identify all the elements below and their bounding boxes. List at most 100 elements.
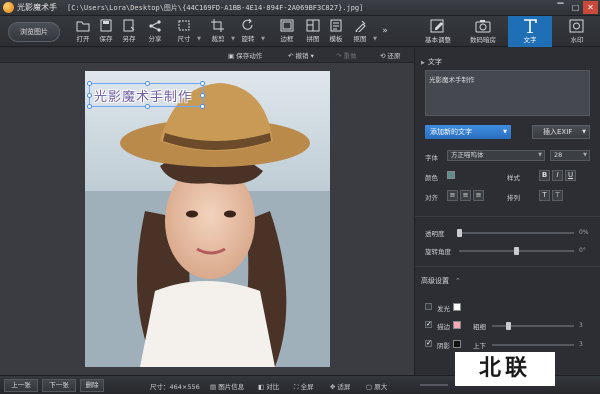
- font-size-value: 28: [554, 151, 563, 159]
- add-text-button[interactable]: 添加新的文字 ▼: [425, 125, 511, 139]
- arrange-label: 排列: [507, 194, 520, 202]
- undo-label: 撤销: [295, 52, 309, 60]
- action-bar: ▣ 保存动作 ↶ 撤销 ▾ ↷ 重做 ⟲ 还原: [0, 48, 414, 63]
- frame-icon: [280, 19, 294, 32]
- angle-slider-handle[interactable]: [514, 247, 519, 255]
- font-select[interactable]: 方正喵呜体 ▼: [447, 150, 545, 161]
- fullscreen-label: 全屏: [300, 383, 314, 391]
- rotate-icon: [242, 19, 253, 30]
- more-tools-button[interactable]: »: [378, 18, 392, 46]
- text-color-swatch[interactable]: [447, 171, 455, 179]
- folder-icon: [76, 21, 90, 32]
- style-label: 样式: [507, 174, 520, 182]
- zoom-slider[interactable]: [420, 384, 448, 386]
- glow-color-swatch[interactable]: [453, 303, 461, 311]
- align-left-button[interactable]: ≡: [447, 190, 458, 201]
- crop-button[interactable]: 裁剪 ▼: [203, 18, 235, 46]
- redo-button[interactable]: ↷ 重做: [336, 50, 357, 60]
- italic-button[interactable]: I: [552, 170, 563, 181]
- vertical-text-button[interactable]: ⊤: [552, 190, 563, 201]
- tab-text[interactable]: 文字: [508, 16, 552, 47]
- original-size-button[interactable]: ▢ 原大: [366, 381, 387, 391]
- image-info-label: 图片信息: [218, 383, 245, 391]
- save-action-button[interactable]: ▣ 保存动作: [228, 50, 262, 60]
- horizontal-text-button[interactable]: T: [539, 190, 550, 201]
- font-size-select[interactable]: 28 ▼: [550, 150, 590, 161]
- compare-button[interactable]: ◧ 对比: [258, 381, 279, 391]
- align-right-icon: ≡: [475, 191, 482, 199]
- save-action-label: 保存动作: [236, 52, 263, 60]
- chevron-down-icon: ▼: [583, 152, 587, 158]
- thickness-slider-handle[interactable]: [505, 322, 511, 330]
- tab-basic-adjust[interactable]: 基本调整: [416, 16, 460, 47]
- undo-button[interactable]: ↶ 撤销 ▾: [288, 50, 314, 60]
- restore-button[interactable]: ⟲ 还原: [380, 50, 401, 60]
- browse-images-button[interactable]: 浏览图片: [8, 22, 60, 42]
- original-size-label: 原大: [374, 383, 388, 391]
- shadow-checkbox[interactable]: ✓: [425, 340, 432, 347]
- fit-screen-label: 适屏: [337, 383, 351, 391]
- maximize-button[interactable]: □: [568, 1, 583, 14]
- text-input[interactable]: 光影魔术手制作: [425, 70, 590, 116]
- rotate-button[interactable]: 旋转 ▼: [233, 18, 265, 46]
- rotate-label: 旋转: [241, 35, 255, 43]
- crop-label: 裁剪: [211, 35, 225, 43]
- resize-button[interactable]: 尺寸 ▼: [169, 18, 201, 46]
- overlay-text[interactable]: 光影魔术手制作: [94, 86, 192, 105]
- insert-exif-button[interactable]: 插入EXIF ▼: [532, 125, 590, 139]
- opacity-slider-handle[interactable]: [456, 229, 462, 237]
- stroke-label: 描边: [437, 323, 450, 331]
- resize-handle[interactable]: [87, 104, 92, 109]
- undo-icon: ↶: [288, 52, 296, 60]
- thickness-slider[interactable]: [492, 325, 574, 327]
- divider: [415, 216, 600, 217]
- text-selection-box[interactable]: 光影魔术手制作: [87, 81, 205, 109]
- tab-darkroom[interactable]: 数码暗房: [461, 16, 505, 47]
- resize-handle[interactable]: [87, 93, 92, 98]
- resize-handle[interactable]: [200, 81, 205, 86]
- resize-handle[interactable]: [145, 81, 150, 86]
- resize-handle[interactable]: [200, 104, 205, 109]
- text-settings-panel: ▶ 文字 光影魔术手制作 添加新的文字 ▼ 插入EXIF ▼ 字体 方正喵呜体 ▼ 28…: [414, 48, 600, 375]
- tab-darkroom-label: 数码暗房: [470, 36, 496, 44]
- delete-button[interactable]: 删除: [80, 379, 104, 392]
- shadow-color-swatch[interactable]: [453, 340, 461, 348]
- underline-button[interactable]: U: [565, 170, 576, 181]
- expand-icon: ▶: [421, 60, 425, 66]
- resize-handle[interactable]: [87, 81, 92, 86]
- fit-icon: ✥: [330, 383, 338, 391]
- text-section-title[interactable]: ▶ 文字: [421, 57, 442, 67]
- close-button[interactable]: ✕: [583, 1, 598, 14]
- share-button[interactable]: 分享: [140, 18, 170, 46]
- tab-watermark[interactable]: 水印: [555, 16, 599, 47]
- glow-checkbox[interactable]: [425, 303, 432, 310]
- angle-value: 0°: [579, 247, 586, 254]
- up-down-slider[interactable]: [492, 344, 574, 346]
- up-down-label: 上下: [473, 342, 486, 350]
- advanced-settings-title[interactable]: 高级设置 ⌃: [421, 276, 461, 286]
- prev-image-button[interactable]: 上一张: [4, 379, 38, 392]
- align-right-button[interactable]: ≡: [473, 190, 484, 201]
- chevron-up-icon: ⌃: [455, 277, 461, 285]
- photo-preview[interactable]: 光影魔术手制作: [85, 71, 330, 367]
- cutout-button[interactable]: 抠图 ▼: [345, 18, 377, 46]
- next-image-button[interactable]: 下一张: [42, 379, 76, 392]
- image-info-button[interactable]: ▤ 图片信息: [210, 381, 244, 391]
- vertical-text-icon: ⊤: [554, 191, 561, 199]
- image-size: 尺寸：464×556: [150, 383, 200, 391]
- fit-screen-button[interactable]: ✥ 适屏: [330, 381, 351, 391]
- stroke-color-swatch[interactable]: [453, 321, 461, 329]
- opacity-slider[interactable]: [459, 232, 574, 234]
- tab-watermark-label: 水印: [570, 36, 584, 44]
- resize-handle[interactable]: [200, 93, 205, 98]
- file-path: [C:\Users\Lora\Desktop\图片\{44C169FD-A1BB…: [67, 3, 364, 12]
- glow-label: 发光: [437, 305, 450, 313]
- resize-handle[interactable]: [145, 104, 150, 109]
- fullscreen-button[interactable]: ⛶ 全屏: [294, 381, 314, 392]
- stroke-checkbox[interactable]: ✓: [425, 321, 432, 328]
- save-action-icon: ▣: [228, 52, 237, 60]
- align-center-button[interactable]: ≡: [460, 190, 471, 201]
- bold-button[interactable]: B: [539, 170, 550, 181]
- minimize-button[interactable]: ▔: [553, 1, 568, 14]
- chevron-down-icon: ▼: [503, 129, 507, 135]
